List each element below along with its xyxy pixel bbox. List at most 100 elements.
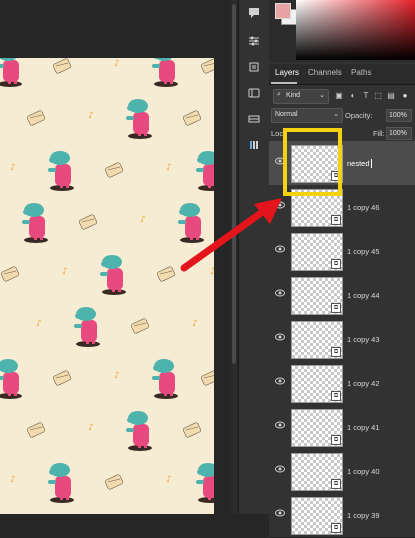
tab-channels[interactable]: Channels [308,68,342,77]
layer-name: 1 copy 40 [347,467,380,476]
layer-name: 1 copy 43 [347,335,380,344]
pattern-cat [52,369,72,387]
layer-row[interactable]: ⧉ 1 copy 42 [269,361,415,406]
opacity-label: Opacity: [345,111,373,120]
layer-thumbnail[interactable]: ⧉ [291,365,343,403]
opacity-input[interactable]: 100% [386,109,412,122]
visibility-eye-icon[interactable] [275,465,285,473]
pattern-hippo [152,58,178,87]
pattern-hippo [0,58,22,87]
layer-name: 1 copy 42 [347,379,380,388]
pattern-hippo [126,99,152,139]
active-tab-indicator [271,82,297,84]
layer-row[interactable]: ⧉ 1 copy 40 [269,449,415,494]
adjustment-filter-icon[interactable]: ◐ [348,90,358,101]
visibility-eye-icon[interactable] [275,333,285,341]
pattern-note [36,319,42,329]
properties-icon[interactable] [245,58,263,76]
pattern-hippo [48,151,74,191]
layer-row[interactable]: ⧉ 1 copy 45 [269,229,415,274]
layer-thumbnail[interactable]: ⧉ [291,321,343,359]
layer-name: 1 copy 46 [347,203,380,212]
libraries-icon[interactable] [245,84,263,102]
visibility-eye-icon[interactable] [275,289,285,297]
scrollbar-thumb[interactable] [232,4,236,364]
pattern-note [114,59,120,69]
smart-object-icon: ⧉ [331,303,341,313]
shape-filter-icon[interactable]: ⬚ [373,90,383,101]
image-filter-icon[interactable]: ▣ [334,90,344,101]
pattern-note [166,475,172,485]
tab-layers[interactable]: Layers [275,68,299,77]
layer-row[interactable]: ⧉ 1 copy 41 [269,405,415,450]
pattern-cat [78,213,98,231]
tab-paths[interactable]: Paths [351,68,371,77]
pattern-cat [182,109,202,127]
layer-thumbnail[interactable]: ⧉ [291,409,343,447]
layer-row[interactable]: ⧉ 1 copy 43 [269,317,415,362]
highlight-box [283,128,342,196]
smart-object-icon: ⧉ [331,479,341,489]
fill-input[interactable]: 100% [386,127,412,140]
pattern-cat [200,58,214,75]
pattern-note [88,423,94,433]
pattern-note [88,111,94,121]
smart-object-icon: ⧉ [331,347,341,357]
red-arrow [180,198,282,272]
filter-toggle-icon[interactable]: ● [400,90,410,101]
pattern-cat [182,421,202,439]
document-canvas[interactable]: ♪ ♫ ♪ [0,58,214,514]
layer-name-input[interactable]: nested [347,159,372,168]
smart-object-icon: ⧉ [331,391,341,401]
layer-row[interactable]: ⧉ 1 copy 44 [269,273,415,318]
character-icon[interactable] [245,136,263,154]
pattern-hippo [22,203,48,243]
visibility-eye-icon[interactable] [275,421,285,429]
pattern-hippo [196,151,214,191]
smart-object-icon: ⧉ [331,523,341,533]
pattern-cat [200,369,214,387]
pattern-hippo [0,359,22,399]
pattern-note [62,267,68,277]
pattern-hippo [152,359,178,399]
pattern-note [140,215,146,225]
layer-thumbnail[interactable]: ⧉ [291,277,343,315]
layer-name: 1 copy 45 [347,247,380,256]
foreground-color-swatch[interactable] [275,3,291,19]
visibility-eye-icon[interactable] [275,377,285,385]
pattern-note [114,371,120,381]
adjustments-icon[interactable] [245,32,263,50]
pattern-hippo [100,255,126,295]
pattern-hippo [126,411,152,451]
pattern-note [166,163,172,173]
layer-name: 1 copy 39 [347,511,380,520]
pattern-cat [26,109,46,127]
chevron-down-icon: ⌄ [319,92,325,99]
filter-kind-select[interactable]: ⌕ Kind ⌄ [273,89,329,104]
layer-thumbnail[interactable]: ⧉ [291,233,343,271]
pattern-artwork: ♪ ♫ ♪ [0,58,214,503]
smart-filter-icon[interactable]: ▤ [386,90,396,101]
layer-row[interactable]: ⧉ 1 copy 39 [269,493,415,538]
pattern-cat [130,317,150,335]
layer-thumbnail[interactable]: ⧉ [291,453,343,491]
pattern-cat [52,58,72,75]
layer-name: 1 copy 41 [347,423,380,432]
pattern-hippo [196,463,214,503]
pattern-note [10,163,16,173]
search-icon: ⌕ [277,91,281,98]
pattern-cat [0,265,20,283]
blend-mode-select[interactable]: Normal ⌄ [271,108,343,123]
history-icon[interactable] [245,110,263,128]
smart-object-icon: ⧉ [331,435,341,445]
lock-label: Loc [271,129,284,138]
comment-icon[interactable] [245,4,263,22]
filter-kind-label: Kind [286,92,301,99]
type-filter-icon[interactable]: T [361,90,371,101]
pattern-hippo [48,463,74,503]
pattern-note [10,475,16,485]
smart-object-icon: ⧉ [331,215,341,225]
color-picker-field[interactable] [296,0,415,60]
layer-thumbnail[interactable]: ⧉ [291,497,343,535]
visibility-eye-icon[interactable] [275,509,285,517]
